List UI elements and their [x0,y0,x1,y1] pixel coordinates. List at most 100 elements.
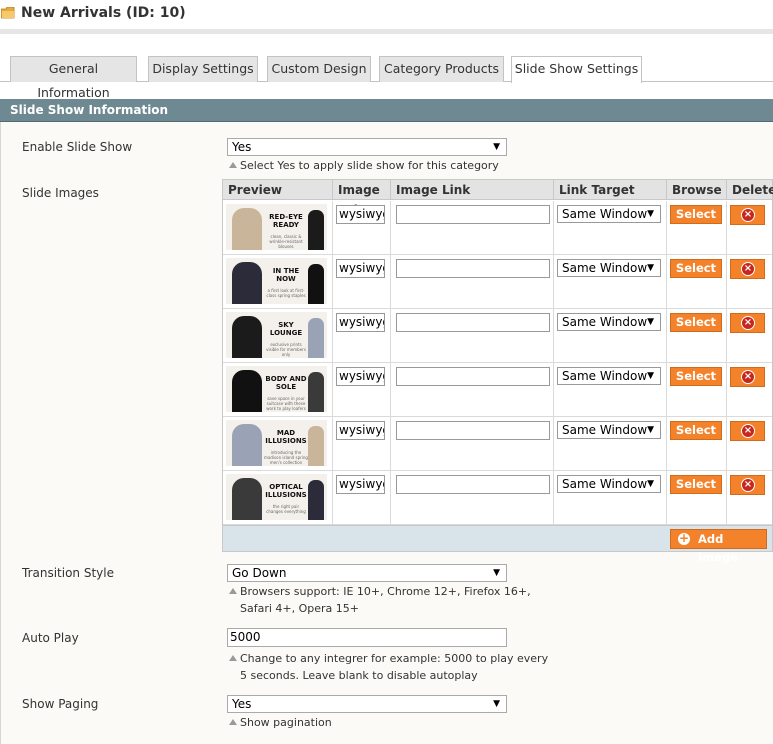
auto-play-note-line1: Change to any integrer for example: 5000… [240,652,549,665]
tab-display-settings[interactable]: Display Settings [148,56,258,82]
image-url-input[interactable]: wysiwyg/new-arrivals-1.jpg [336,205,385,224]
show-paging-label: Show Paging [22,697,99,711]
link-target-select[interactable]: Same Window ▼ [557,259,661,277]
thumbnail-title: RED-EYE READY [269,213,303,229]
tab-slide-show-settings[interactable]: Slide Show Settings [511,56,642,83]
select-image-button[interactable]: Select [670,475,722,494]
image-url-cell: wysiwyg/new-arrivals-3.jpg [333,309,391,363]
add-image-label: Add Image [698,532,739,564]
enable-slide-show-note: Select Yes to apply slide show for this … [240,159,499,172]
image-url-cell: wysiwyg/new-arrivals-2.jpg [333,255,391,309]
link-target-select[interactable]: Same Window ▼ [557,367,661,385]
select-image-button[interactable]: Select [670,367,722,386]
tab-bar: General Information Display Settings Cus… [0,56,773,100]
thumbnail-subtitle: a first look at first-class spring stapl… [266,288,306,298]
thumbnail-figure [232,316,262,358]
table-row: BODY AND SOLE save space in your suitcase… [223,363,772,417]
image-link-cell [391,309,554,363]
image-link-input[interactable] [396,421,550,440]
delete-cell: × [727,201,772,255]
auto-play-input[interactable]: 5000 [227,628,507,647]
image-url-input[interactable]: wysiwyg/new-arrivals-6.jpg [336,475,385,494]
header-divider [0,29,773,34]
select-image-button[interactable]: Select [670,421,722,440]
transition-style-select[interactable]: Go Down ▼ [227,564,507,582]
select-value: Go Down [232,566,287,580]
link-target-select[interactable]: Same Window ▼ [557,475,661,493]
delete-row-button[interactable]: × [730,205,765,225]
image-link-cell [391,201,554,255]
thumbnail-subtitle: introducing the madison island spring me… [264,450,308,465]
chevron-down-icon: ▼ [493,568,500,578]
select-value: Yes [232,140,252,154]
tab-custom-design[interactable]: Custom Design [267,56,371,82]
preview-cell: MAD ILLUSIONS introducing the madison isl… [223,417,333,471]
delete-cell: × [727,309,772,363]
tab-label: Custom Design [271,61,367,76]
delete-row-button[interactable]: × [730,367,765,387]
image-url-cell: wysiwyg/new-arrivals-1.jpg [333,201,391,255]
slide-thumbnail: IN THE NOW a first look at first-class sp… [226,258,327,304]
link-target-cell: Same Window ▼ [554,201,667,255]
browse-cell: Select [667,201,727,255]
auto-play-label: Auto Play [22,631,79,645]
select-image-button[interactable]: Select [670,259,722,278]
tab-general-information[interactable]: General Information [10,56,137,100]
image-url-cell: wysiwyg/new-arrivals-4.jpg [333,363,391,417]
close-icon: × [741,370,755,384]
enable-slide-show-select[interactable]: Yes ▼ [227,138,507,156]
link-target-cell: Same Window ▼ [554,363,667,417]
select-value: Same Window [562,261,648,275]
col-browse: Browse [667,180,727,200]
image-link-input[interactable] [396,475,550,494]
slide-images-grid: Preview Image Url Image Link Link Target… [222,179,773,564]
browse-cell: Select [667,471,727,525]
thumbnail-figure [232,370,262,412]
delete-row-button[interactable]: × [730,475,765,495]
browse-cell: Select [667,363,727,417]
add-image-button[interactable]: + Add Image [670,529,767,564]
tab-category-products[interactable]: Category Products [379,56,504,82]
image-url-input[interactable]: wysiwyg/new-arrivals-3.jpg [336,313,385,332]
delete-cell: × [727,363,772,417]
image-link-cell [391,255,554,309]
slide-images-label: Slide Images [22,186,99,200]
image-link-input[interactable] [396,205,550,224]
image-link-input[interactable] [396,259,550,278]
image-url-input[interactable]: wysiwyg/new-arrivals-4.jpg [336,367,385,386]
browse-cell: Select [667,309,727,363]
link-target-select[interactable]: Same Window ▼ [557,205,661,223]
image-link-cell [391,471,554,525]
link-target-select[interactable]: Same Window ▼ [557,421,661,439]
slide-thumbnail: RED-EYE READY clean, classic & wrinkle-re… [226,204,327,250]
image-url-input[interactable]: wysiwyg/new-arrivals-5.jpg [336,421,385,440]
link-target-select[interactable]: Same Window ▼ [557,313,661,331]
image-link-input[interactable] [396,367,550,386]
thumbnail-title: BODY AND SOLE [265,375,307,391]
col-image-url: Image Url [333,180,391,217]
close-icon: × [741,424,755,438]
preview-cell: RED-EYE READY clean, classic & wrinkle-re… [223,201,333,255]
delete-row-button[interactable]: × [730,421,765,441]
select-image-button[interactable]: Select [670,205,722,224]
thumbnail-figure [308,318,324,358]
image-link-input[interactable] [396,313,550,332]
table-row: OPTICAL ILLUSIONS the right pair changes … [223,471,772,525]
select-image-button[interactable]: Select [670,313,722,332]
image-url-input[interactable]: wysiwyg/new-arrivals-2.jpg [336,259,385,278]
chevron-down-icon: ▼ [647,263,654,273]
browse-cell: Select [667,255,727,309]
thumbnail-title: IN THE NOW [272,267,300,283]
show-paging-select[interactable]: Yes ▼ [227,695,507,713]
delete-row-button[interactable]: × [730,313,765,333]
col-delete: Delete [732,183,773,197]
page-header: New Arrivals (ID: 10) [0,0,773,28]
tab-label: Slide Show Settings [514,61,639,76]
link-target-cell: Same Window ▼ [554,417,667,471]
select-value: Same Window [562,423,648,437]
chevron-down-icon: ▼ [647,425,654,435]
image-url-cell: wysiwyg/new-arrivals-6.jpg [333,471,391,525]
chevron-down-icon: ▼ [493,142,500,152]
image-link-cell [391,363,554,417]
delete-row-button[interactable]: × [730,259,765,279]
